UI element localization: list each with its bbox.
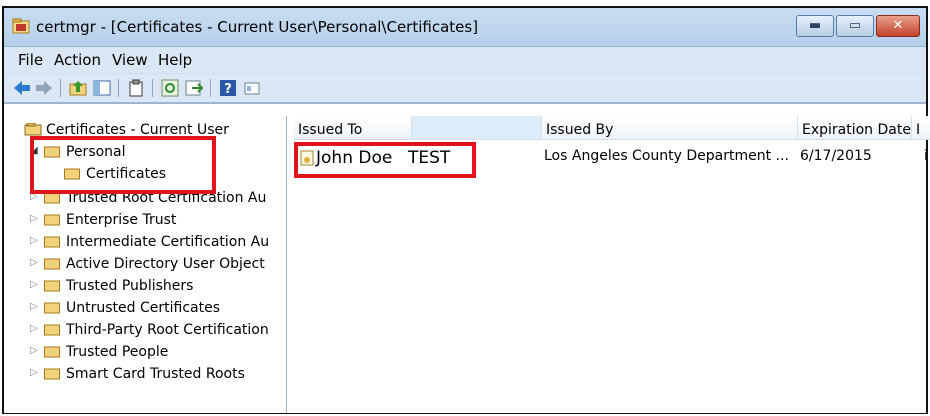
column-header-expiration[interactable]: Expiration Date [798, 116, 912, 140]
clipboard-icon[interactable] [126, 78, 146, 98]
properties-icon[interactable] [242, 78, 262, 98]
export-list-icon[interactable] [184, 78, 204, 98]
menu-help[interactable]: Help [158, 51, 192, 69]
tree-item-label: Intermediate Certification Au [66, 234, 270, 250]
minimize-icon: ▬ [808, 18, 822, 33]
tree-item-label: Trusted People [66, 344, 169, 360]
extra-cell: i [924, 148, 928, 164]
toolbar-separator [60, 79, 61, 97]
tree-item-label: Active Directory User Object [66, 256, 265, 272]
issued-by-cell: Los Angeles County Department ... [544, 148, 789, 164]
menu-view[interactable]: View [112, 51, 148, 69]
title-bar[interactable]: certmgr - [Certificates - Current User\P… [4, 8, 926, 47]
toolbar-separator [118, 79, 119, 97]
expiration-cell: 6/17/2015 [800, 148, 872, 164]
maximize-icon: ▭ [848, 18, 862, 33]
menu-bar: File Action View Help [4, 47, 926, 73]
window-title: certmgr - [Certificates - Current User\P… [36, 18, 479, 36]
expand-arrow-icon[interactable]: ▷ [30, 301, 38, 312]
back-icon[interactable] [12, 78, 32, 98]
highlight-box-john-doe [294, 142, 476, 178]
console-tree: Certificates - Current User ◢ Personal C… [24, 116, 287, 413]
toolbar: ? [4, 74, 926, 103]
column-header-issued-to[interactable]: Issued To [294, 116, 412, 140]
certificate-list: Issued To Issued By Expiration Date I Jo… [294, 116, 930, 413]
menu-action[interactable]: Action [54, 51, 101, 69]
folder-icon [44, 346, 60, 358]
folder-icon [44, 280, 60, 292]
expand-arrow-icon[interactable]: ▷ [30, 279, 38, 290]
expand-arrow-icon[interactable]: ▷ [30, 345, 38, 356]
menu-file[interactable]: File [18, 51, 43, 69]
refresh-icon[interactable] [160, 78, 180, 98]
close-button[interactable]: ✕ [876, 15, 920, 37]
folder-icon [44, 258, 60, 270]
up-folder-icon[interactable] [68, 78, 88, 98]
expand-arrow-icon[interactable]: ▷ [30, 257, 38, 268]
maximize-button[interactable]: ▭ [836, 15, 874, 37]
tree-item-label: Trusted Publishers [66, 278, 194, 294]
toolbar-separator [152, 79, 153, 97]
close-icon: ✕ [892, 18, 904, 33]
expand-arrow-icon[interactable]: ▷ [30, 213, 38, 224]
tree-item-label: Smart Card Trusted Roots [66, 366, 245, 382]
certmgr-app-icon [12, 18, 30, 34]
minimize-button[interactable]: ▬ [796, 15, 834, 37]
cert-store-icon [24, 123, 42, 136]
expand-arrow-icon[interactable]: ▷ [30, 323, 38, 334]
column-header-extra[interactable]: I [912, 116, 930, 140]
folder-icon [44, 236, 60, 248]
highlight-box-personal [30, 136, 216, 194]
certmgr-window: certmgr - [Certificates - Current User\P… [2, 6, 930, 414]
svg-text:?: ? [224, 82, 232, 97]
folder-icon [44, 302, 60, 314]
expand-arrow-icon[interactable]: ▷ [30, 235, 38, 246]
tree-item-label: Third-Party Root Certification [66, 322, 269, 338]
help-icon[interactable]: ? [218, 78, 238, 98]
tree-item-label: Untrusted Certificates [66, 300, 220, 316]
toolbar-separator [210, 79, 211, 97]
content-area: Certificates - Current User ◢ Personal C… [4, 103, 930, 413]
folder-icon [44, 214, 60, 226]
tree-item-label: Enterprise Trust [66, 212, 177, 228]
column-header-issued-by[interactable]: Issued By [542, 116, 798, 140]
folder-icon [44, 368, 60, 380]
forward-icon[interactable] [34, 78, 54, 98]
folder-icon [44, 324, 60, 336]
expand-arrow-icon[interactable]: ▷ [30, 367, 38, 378]
show-hide-tree-icon[interactable] [92, 78, 112, 98]
column-header-spacer[interactable] [412, 116, 542, 140]
